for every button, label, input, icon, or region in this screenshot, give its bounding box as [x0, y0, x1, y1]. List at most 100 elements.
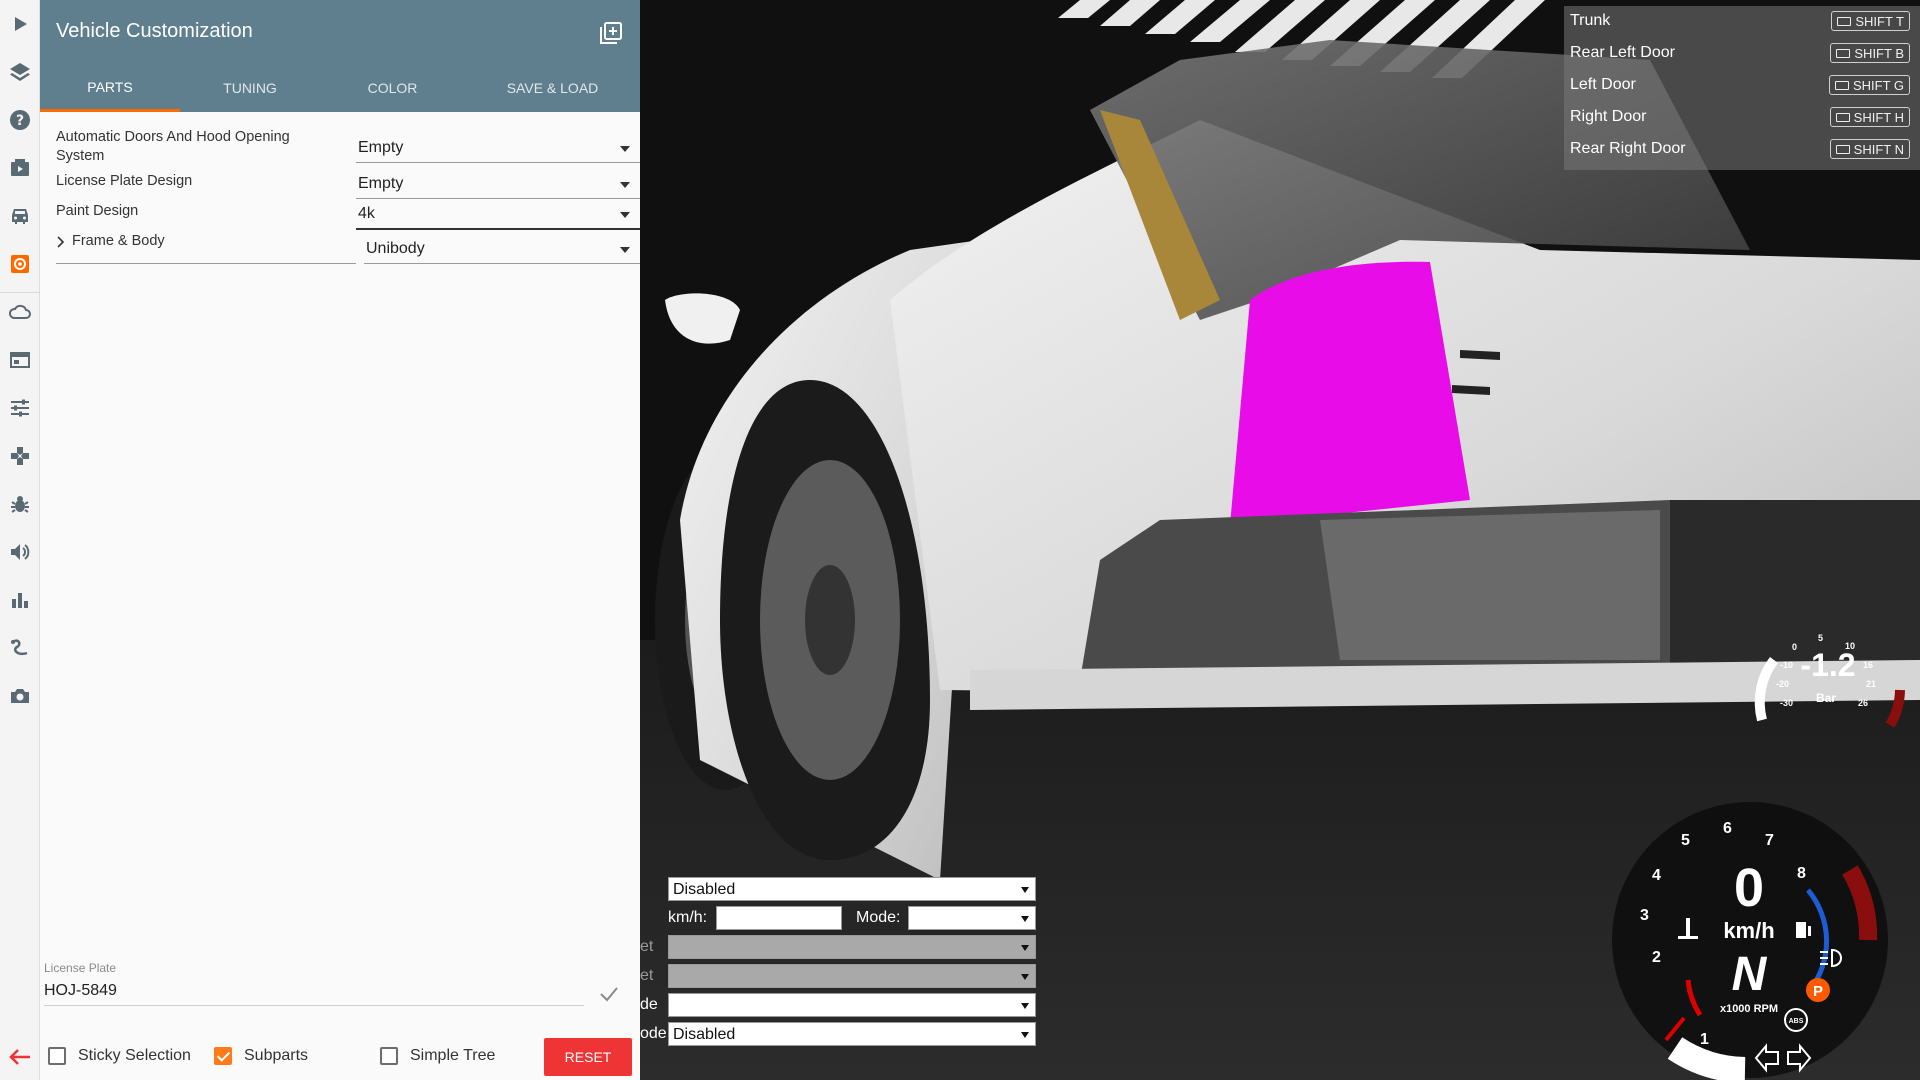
- boost-tick: 10: [1845, 641, 1855, 651]
- part-select-value: Empty: [358, 175, 404, 192]
- rpm-tick: 3: [1640, 907, 1649, 924]
- play-icon[interactable]: [0, 4, 40, 44]
- part-tree-node[interactable]: Frame & Body: [56, 232, 356, 264]
- layers-icon[interactable]: [0, 52, 40, 92]
- svg-text:?: ?: [16, 113, 24, 129]
- browser-icon[interactable]: [0, 340, 40, 380]
- panel-title: Vehicle Customization: [56, 20, 253, 42]
- checkbox-label: Simple Tree: [410, 1047, 496, 1064]
- debug-form: Disabled km/h: Mode: et et de ode Disabl…: [640, 877, 1036, 1055]
- tab-color[interactable]: COLOR: [320, 64, 465, 112]
- stats-icon[interactable]: [0, 580, 40, 620]
- door-item-rear-left[interactable]: Rear Left Door SHIFT B: [1570, 38, 1914, 64]
- shortcut-badge: SHIFT N: [1829, 139, 1910, 159]
- door-name: Right Door: [1570, 108, 1647, 125]
- speedometer-gauge: 1 2 3 4 5 6 7 8 0 km/h N x1000 RPM P ABS: [1612, 802, 1888, 1080]
- dropdown-arrow-icon: [620, 212, 630, 218]
- panel-header: Vehicle Customization PARTS TUNING COLOR…: [40, 0, 640, 112]
- license-plate-label: License Plate: [44, 961, 117, 975]
- mode-select[interactable]: [908, 906, 1036, 930]
- debug-select-3[interactable]: [668, 935, 1036, 959]
- row4-label: et: [640, 967, 654, 984]
- tab-parts[interactable]: PARTS: [40, 64, 180, 112]
- shortcut-text: SHIFT N: [1853, 141, 1904, 157]
- part-label: Frame & Body: [72, 233, 165, 249]
- boost-tick: -30: [1780, 698, 1793, 708]
- kmh-label: km/h:: [668, 909, 708, 926]
- row6-label: ode: [640, 1025, 667, 1042]
- door-item-rear-right[interactable]: Rear Right Door SHIFT N: [1570, 134, 1914, 160]
- tab-save-load[interactable]: SAVE & LOAD: [465, 64, 640, 112]
- debug-select-5[interactable]: [668, 993, 1036, 1017]
- door-item-trunk[interactable]: Trunk SHIFT T: [1570, 6, 1914, 32]
- dropdown-arrow-icon: [1021, 887, 1029, 893]
- debug-select-4[interactable]: [668, 964, 1036, 988]
- door-item-right[interactable]: Right Door SHIFT H: [1570, 102, 1914, 128]
- checkmark-icon[interactable]: [598, 983, 620, 1005]
- boost-tick: -10: [1780, 660, 1793, 670]
- dropdown-arrow-icon: [1021, 945, 1029, 951]
- kmh-input[interactable]: [716, 906, 842, 930]
- door-name: Rear Right Door: [1570, 140, 1686, 157]
- checkbox-box[interactable]: [48, 1047, 66, 1065]
- keyboard-icon: [1834, 80, 1849, 90]
- sticky-selection-checkbox[interactable]: Sticky Selection: [48, 1046, 191, 1066]
- reset-button[interactable]: RESET: [544, 1038, 632, 1076]
- part-select[interactable]: Empty: [356, 169, 640, 199]
- tab-tuning[interactable]: TUNING: [180, 64, 320, 112]
- camera-icon[interactable]: [0, 676, 40, 716]
- part-select-value: Empty: [358, 139, 404, 156]
- rpm-tick: 4: [1652, 867, 1661, 884]
- rpm-label: x1000 RPM: [1720, 1003, 1778, 1015]
- speed-value: 0: [1734, 858, 1764, 918]
- part-select[interactable]: Unibody: [364, 234, 640, 264]
- simple-tree-checkbox[interactable]: Simple Tree: [380, 1046, 495, 1066]
- panel-tabs: PARTS TUNING COLOR SAVE & LOAD: [40, 64, 640, 112]
- debug-select-1[interactable]: Disabled: [668, 877, 1036, 901]
- gamepad-icon[interactable]: [0, 436, 40, 476]
- volume-icon[interactable]: [0, 532, 40, 572]
- route-icon[interactable]: [0, 628, 40, 668]
- vehicle-config-icon[interactable]: [0, 244, 40, 284]
- shortcut-badge: SHIFT G: [1828, 75, 1910, 95]
- boost-tick: 21: [1866, 679, 1876, 689]
- door-name: Trunk: [1570, 12, 1611, 29]
- help-icon[interactable]: ?: [0, 100, 40, 140]
- part-select-value: 4k: [358, 205, 375, 222]
- license-plate-input[interactable]: HOJ-5849: [44, 982, 584, 1006]
- keyboard-icon: [1836, 48, 1851, 58]
- cloud-icon[interactable]: [0, 292, 40, 332]
- boost-tick: 26: [1858, 698, 1868, 708]
- boost-tick: 0: [1792, 642, 1797, 652]
- add-library-icon[interactable]: [600, 22, 622, 44]
- keyboard-icon: [1835, 112, 1850, 122]
- car-icon[interactable]: [0, 196, 40, 236]
- checkbox-box[interactable]: [380, 1047, 398, 1065]
- parking-brake-label: P: [1813, 983, 1823, 1000]
- shortcut-text: SHIFT B: [1854, 45, 1904, 61]
- rpm-tick: 8: [1797, 865, 1806, 882]
- checkbox-label: Sticky Selection: [78, 1047, 191, 1064]
- shortcut-badge: SHIFT H: [1829, 107, 1910, 127]
- subparts-checkbox[interactable]: Subparts: [214, 1046, 308, 1066]
- boost-unit: Bar: [1816, 691, 1836, 705]
- boost-tick: 16: [1863, 660, 1873, 670]
- rpm-tick: 2: [1652, 949, 1661, 966]
- part-select[interactable]: 4k: [356, 200, 640, 230]
- shortcut-text: SHIFT T: [1855, 13, 1904, 29]
- sliders-icon[interactable]: [0, 388, 40, 428]
- debug-select-6[interactable]: Disabled: [668, 1022, 1036, 1046]
- abs-label: ABS: [1789, 1018, 1804, 1025]
- boost-gauge: -1.2 Bar 0 5 10 16 21 26 -10 -20 -30: [1754, 633, 1905, 728]
- checkbox-box-checked[interactable]: [214, 1047, 232, 1065]
- shortcut-badge: SHIFT T: [1831, 11, 1910, 31]
- keyboard-icon: [1837, 16, 1852, 26]
- chevron-right-icon[interactable]: [56, 236, 66, 248]
- bug-icon[interactable]: [0, 484, 40, 524]
- main-menu-sidebar: ?: [0, 0, 40, 1080]
- door-item-left[interactable]: Left Door SHIFT G: [1570, 70, 1914, 96]
- row3-label: et: [640, 938, 654, 955]
- back-arrow-icon[interactable]: [8, 1047, 32, 1067]
- part-select[interactable]: Empty: [356, 133, 640, 163]
- video-icon[interactable]: [0, 148, 40, 188]
